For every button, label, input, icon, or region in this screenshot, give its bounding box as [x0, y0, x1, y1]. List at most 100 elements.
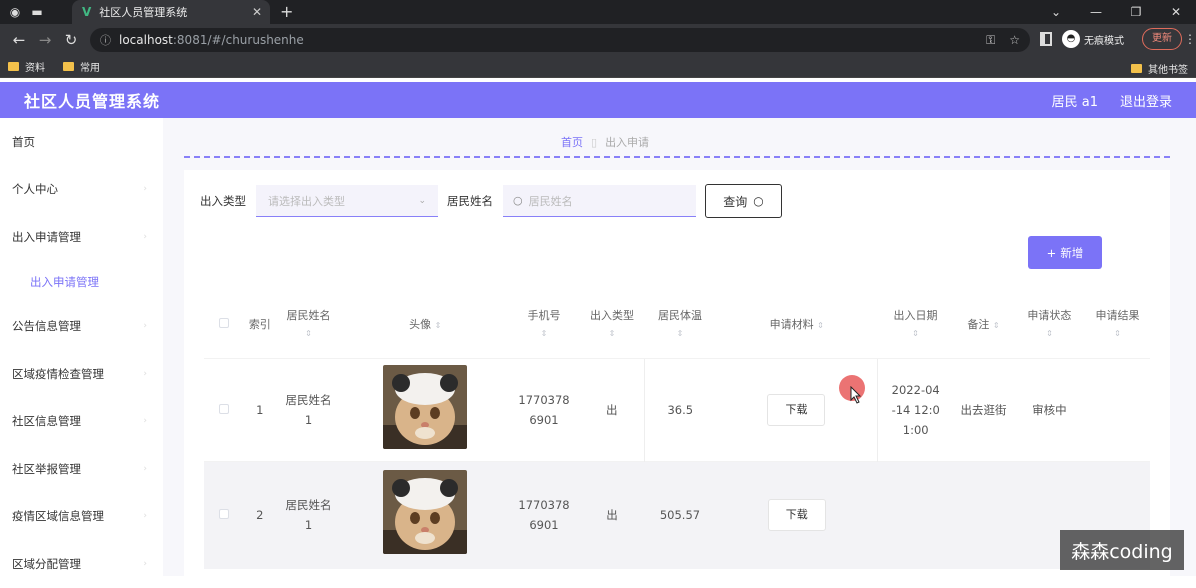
update-button[interactable]: 更新 — [1142, 28, 1182, 50]
sidebar-item-notice[interactable]: 公告信息管理 › — [0, 303, 163, 351]
logout-link[interactable]: 退出登录 — [1120, 91, 1172, 110]
sort-icon[interactable]: ⇕ — [912, 325, 919, 342]
col-header-note[interactable]: 备注 ⇕ — [953, 292, 1014, 358]
sidebar-item-epidemic-check[interactable]: 区域疫情检查管理 › — [0, 350, 163, 398]
query-button[interactable]: 查询 ○ — [705, 184, 782, 218]
new-tab-icon[interactable]: + — [280, 2, 293, 21]
url-input[interactable]: ⓘ localhost :8081/#/churushenhe ⚿ ☆ — [90, 28, 1030, 52]
tab-search-icon[interactable]: ▬ — [30, 5, 44, 19]
sidebar-item-personal[interactable]: 个人中心 › — [0, 166, 163, 214]
col-header-avatar[interactable]: 头像 ⇕ — [342, 292, 509, 358]
more-menu-icon[interactable]: ⋮ — [1184, 32, 1196, 46]
add-button[interactable]: + 新增 — [1028, 236, 1102, 269]
app-header: 社区人员管理系统 居民 a1 退出登录 — [0, 82, 1196, 118]
col-header-date[interactable]: 出入日期 ⇕ — [877, 292, 954, 358]
search-form: 出入类型 请选择出入类型 ⌄ 居民姓名 ○ 居民姓名 查询 ○ — [200, 184, 782, 218]
col-label: 出入日期 — [893, 309, 938, 323]
sort-icon[interactable]: ⇕ — [1114, 325, 1121, 342]
restore-icon[interactable]: ❐ — [1116, 0, 1156, 24]
back-icon[interactable]: ← — [6, 31, 32, 49]
side-panel-icon[interactable] — [1040, 32, 1052, 46]
content-panel: 出入类型 请选择出入类型 ⌄ 居民姓名 ○ 居民姓名 查询 ○ + 新增 索引 … — [184, 170, 1170, 576]
download-button[interactable]: 下载 — [767, 393, 826, 426]
incognito-label: 无痕模式 — [1084, 35, 1124, 47]
cell-phone-text: 17703786901 — [518, 498, 570, 533]
incognito-indicator[interactable]: ◓ 无痕模式 — [1062, 30, 1124, 48]
sort-icon[interactable]: ⇕ — [541, 325, 548, 342]
col-label: 头像 — [409, 317, 432, 331]
url-host: localhost — [119, 33, 173, 47]
col-header-phone[interactable]: 手机号 ⇕ — [508, 292, 580, 358]
browser-tab-active[interactable]: V 社区人员管理系统 ✕ — [72, 0, 270, 24]
data-table: 索引 居民姓名 ⇕ 头像 ⇕ 手机号 ⇕ 出入类型 ⇕ 居民体温 ⇕ 申请材料 ⇕ 出入… — [204, 292, 1150, 569]
name-search-input[interactable]: ○ 居民姓名 — [503, 185, 696, 217]
reload-icon[interactable]: ↻ — [58, 31, 84, 49]
sidebar-subitem-access-apply[interactable]: 出入申请管理 — [0, 261, 163, 303]
cell-type: 出 — [579, 357, 645, 461]
bookmark-folder-ziliao[interactable]: 资料 — [8, 59, 45, 74]
other-bookmarks[interactable]: 其他书签 — [1131, 61, 1188, 76]
row-checkbox[interactable] — [219, 509, 230, 520]
cell-phone: 17703786901 — [508, 357, 580, 461]
table-row[interactable]: 1 居民姓名1 17703786901 出 36.5 下载 2022-04-14… — [204, 357, 1150, 461]
key-icon[interactable]: ⚿ — [986, 33, 995, 48]
chevron-icon: › — [143, 368, 147, 379]
sidebar-item-home[interactable]: 首页 — [0, 118, 163, 166]
site-info-icon[interactable]: ⓘ — [100, 32, 111, 48]
sidebar-item-access-apply[interactable]: 出入申请管理 › — [0, 213, 163, 261]
browser-menu-icon[interactable]: ◉ — [8, 5, 22, 19]
type-select-placeholder: 请选择出入类型 — [268, 194, 345, 208]
col-header-status[interactable]: 申请状态 ⇕ — [1013, 292, 1085, 358]
cat-avatar-image[interactable] — [383, 470, 468, 555]
sort-icon[interactable]: ⇕ — [817, 317, 824, 334]
sidebar-item-epidemic-area[interactable]: 疫情区域信息管理 › — [0, 493, 163, 541]
select-all-checkbox[interactable] — [219, 318, 230, 329]
browser-tabbar: ◉ ▬ V 社区人员管理系统 ✕ + ⌄ — ❐ ✕ — [0, 0, 1196, 24]
sidebar-item-area-assign[interactable]: 区域分配管理 › — [0, 540, 163, 588]
close-window-icon[interactable]: ✕ — [1156, 0, 1196, 24]
col-header-name[interactable]: 居民姓名 ⇕ — [275, 292, 343, 358]
col-header-type[interactable]: 出入类型 ⇕ — [579, 292, 645, 358]
type-select[interactable]: 请选择出入类型 ⌄ — [256, 185, 438, 217]
divider — [184, 156, 1170, 158]
close-tab-icon[interactable]: ✕ — [252, 5, 262, 19]
chevron-icon: › — [143, 558, 147, 569]
chevron-icon: › — [143, 511, 147, 522]
bookmark-star-icon[interactable]: ☆ — [1009, 33, 1020, 48]
cell-index: 1 — [244, 357, 276, 461]
cell-note — [953, 460, 1014, 569]
sort-icon[interactable]: ⇕ — [993, 317, 1000, 334]
search-icon: ○ — [513, 194, 523, 207]
minimize-icon[interactable]: — — [1076, 0, 1116, 24]
sidebar-item-label: 出入申请管理 — [30, 274, 99, 289]
chevron-icon: › — [143, 184, 147, 195]
sort-icon[interactable]: ⇕ — [677, 325, 684, 342]
sidebar-item-label: 个人中心 — [12, 182, 58, 197]
sort-icon[interactable]: ⇕ — [435, 317, 442, 334]
chevron-down-icon: ⌄ — [418, 195, 426, 206]
col-header-result[interactable]: 申请结果 ⇕ — [1084, 292, 1150, 358]
sidebar-item-label: 社区举报管理 — [12, 461, 81, 476]
tab-list-icon[interactable]: ⌄ — [1036, 0, 1076, 24]
folder-icon — [8, 62, 19, 71]
sidebar-item-community[interactable]: 社区信息管理 › — [0, 398, 163, 446]
cat-avatar-image[interactable] — [383, 364, 468, 449]
row-checkbox[interactable] — [219, 403, 230, 414]
cell-index: 2 — [244, 460, 276, 569]
sidebar-item-report[interactable]: 社区举报管理 › — [0, 445, 163, 493]
col-header-temp[interactable]: 居民体温 ⇕ — [644, 292, 716, 358]
cell-status: 审核中 — [1013, 357, 1085, 461]
forward-icon[interactable]: → — [32, 31, 58, 49]
sort-icon[interactable]: ⇕ — [305, 325, 312, 342]
bookmark-folder-changyong[interactable]: 常用 — [63, 59, 100, 74]
name-search-placeholder: 居民姓名 — [528, 194, 573, 208]
sort-icon[interactable]: ⇕ — [609, 325, 616, 342]
table-row[interactable]: 2 居民姓名1 17703786901 出 505.57 下载 — [204, 460, 1150, 569]
select-all-cell — [204, 292, 245, 358]
sort-icon[interactable]: ⇕ — [1046, 325, 1053, 342]
col-label: 申请结果 — [1095, 309, 1140, 323]
col-header-material[interactable]: 申请材料 ⇕ — [715, 292, 878, 358]
breadcrumb-home[interactable]: 首页 — [561, 134, 583, 150]
col-label: 索引 — [248, 318, 271, 332]
download-button[interactable]: 下载 — [767, 499, 826, 532]
